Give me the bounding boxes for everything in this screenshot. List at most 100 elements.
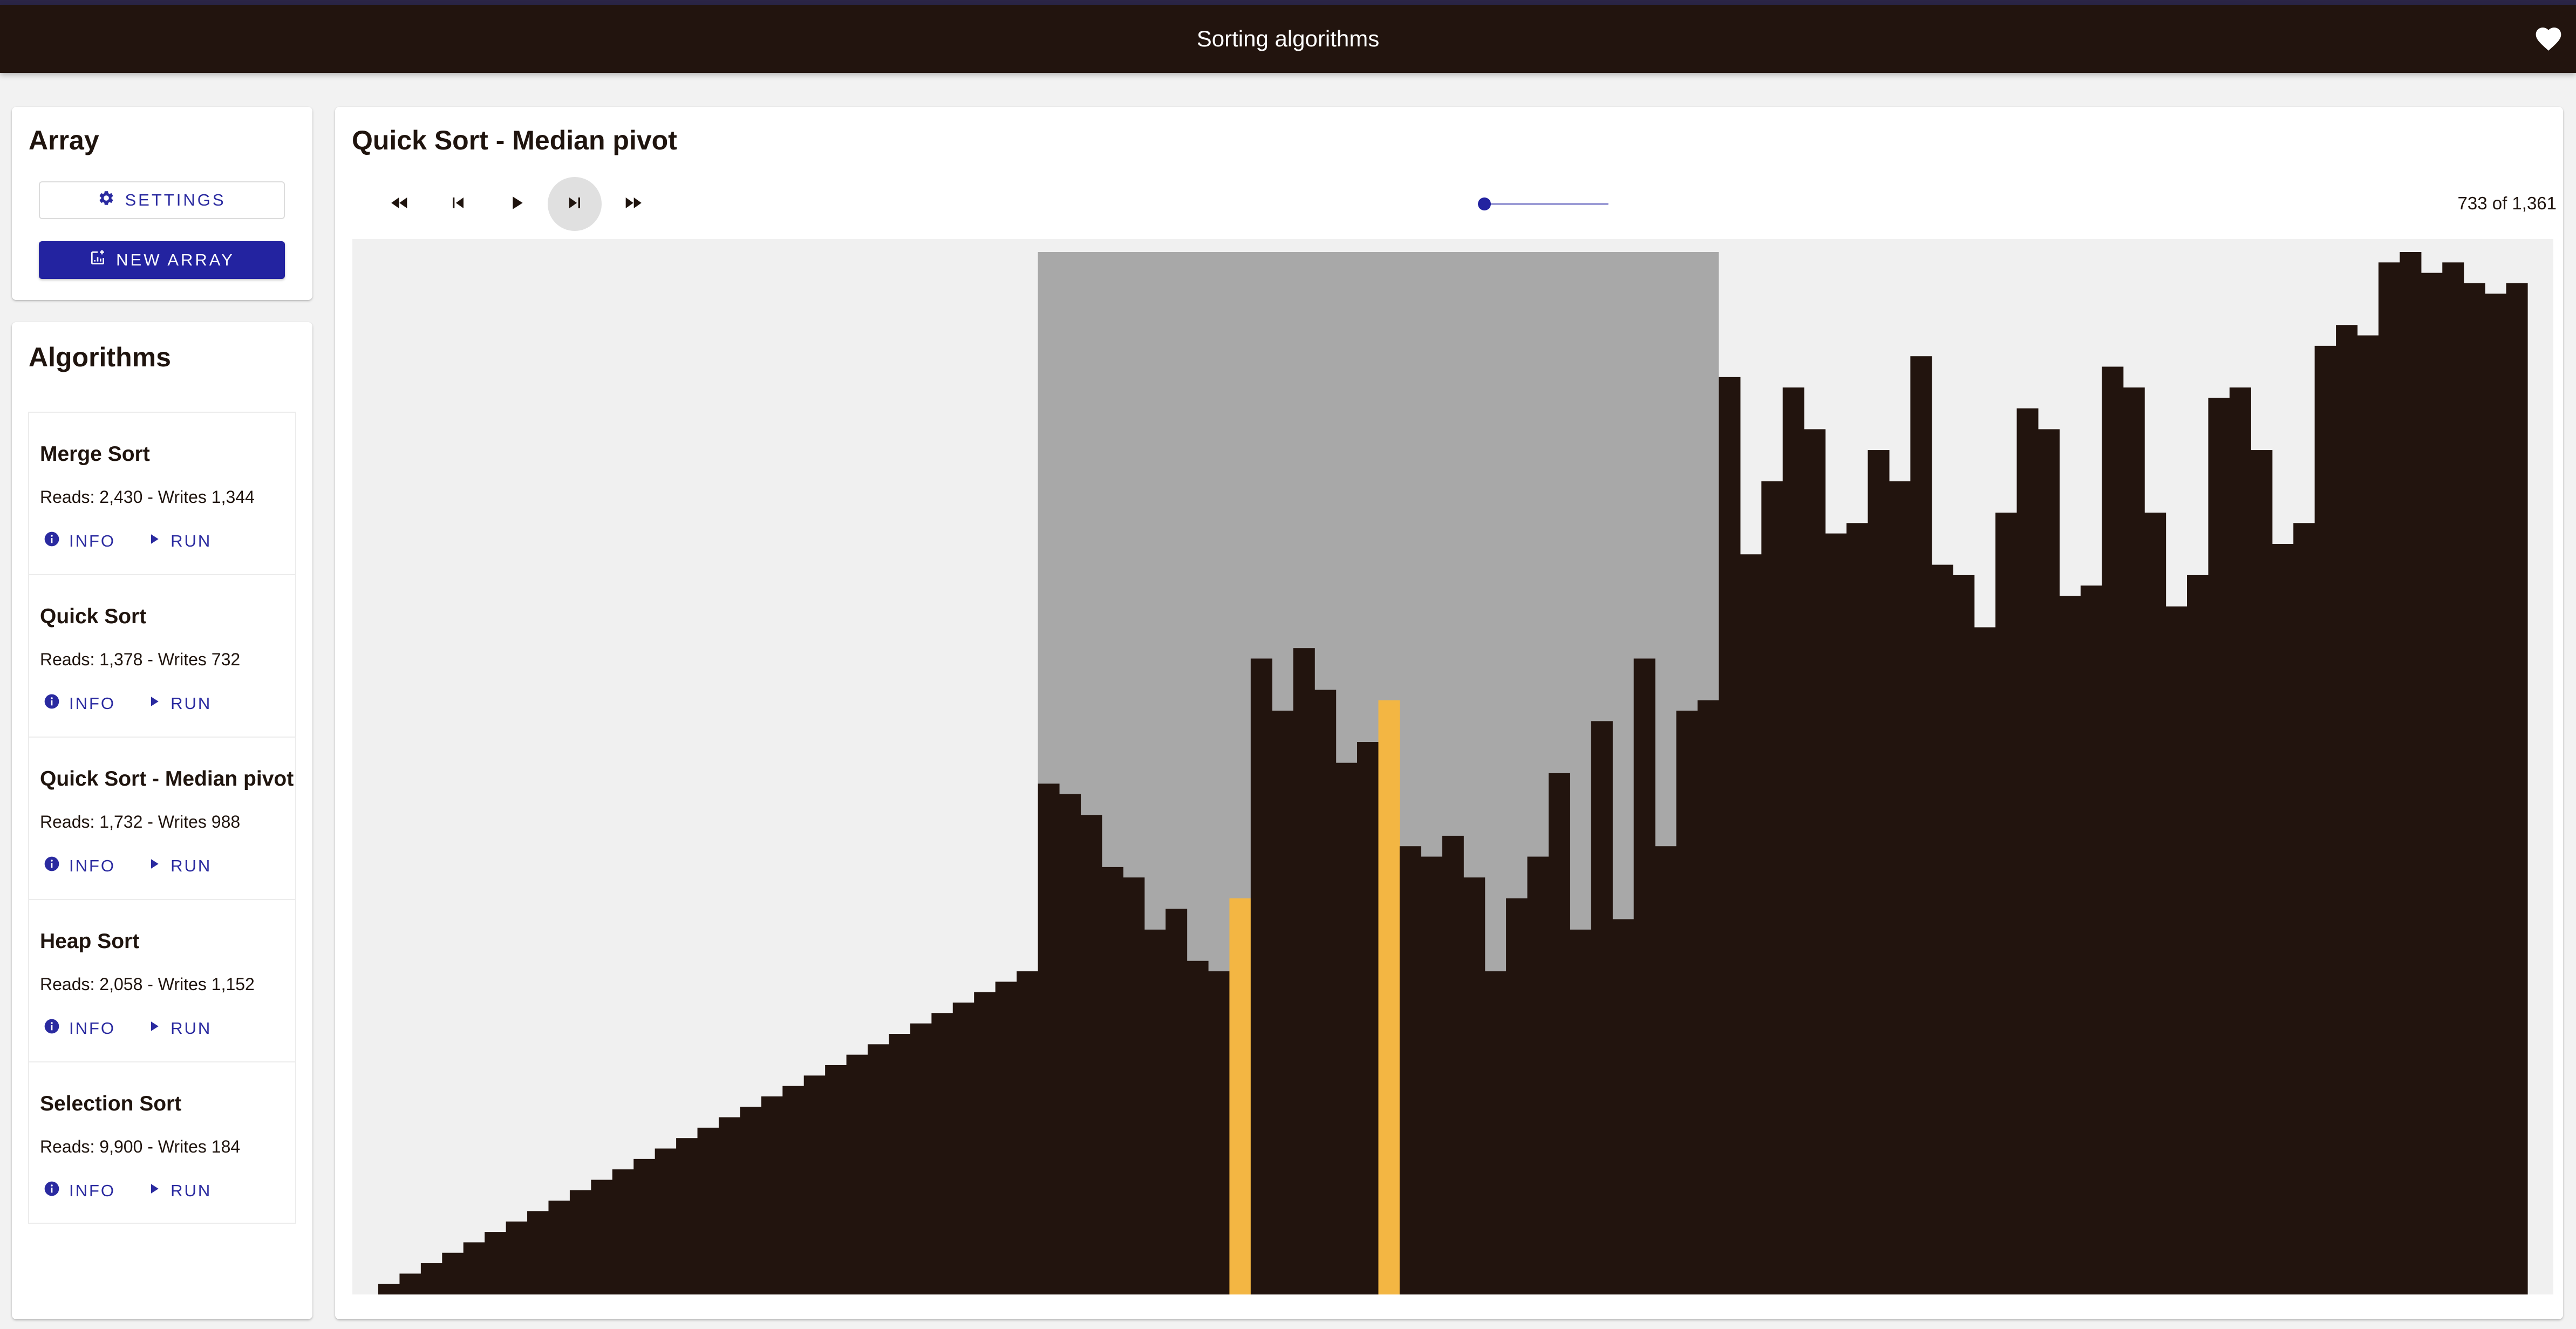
array-bar bbox=[2016, 408, 2039, 1294]
array-bar bbox=[1017, 971, 1039, 1294]
array-bar bbox=[1676, 711, 1698, 1294]
array-bar bbox=[910, 1023, 932, 1294]
info-label: INFO bbox=[69, 856, 116, 875]
play-icon bbox=[146, 1018, 162, 1039]
run-button[interactable]: RUN bbox=[142, 1178, 215, 1204]
array-bar bbox=[1527, 856, 1549, 1294]
run-label: RUN bbox=[171, 1181, 212, 1200]
array-bar bbox=[2059, 596, 2081, 1294]
algorithm-stats: Reads: 2,058 - Writes 1,152 bbox=[40, 974, 255, 994]
run-button[interactable]: RUN bbox=[142, 1016, 215, 1041]
array-bar bbox=[1612, 919, 1634, 1294]
run-button[interactable]: RUN bbox=[142, 691, 215, 717]
array-bar bbox=[2165, 606, 2187, 1294]
settings-label: SETTINGS bbox=[125, 190, 226, 209]
array-bar bbox=[2144, 513, 2166, 1294]
algorithm-stats: Reads: 1,732 - Writes 988 bbox=[40, 812, 241, 832]
run-label: RUN bbox=[171, 1019, 212, 1038]
array-bar bbox=[1506, 898, 1528, 1294]
array-bar bbox=[1591, 721, 1613, 1294]
slider-rail bbox=[1484, 203, 1609, 205]
array-bar bbox=[1740, 554, 1762, 1294]
array-bar bbox=[2463, 283, 2485, 1295]
array-bar bbox=[1101, 867, 1123, 1294]
heart-icon[interactable] bbox=[2533, 24, 2564, 54]
playback-controls bbox=[373, 177, 660, 231]
array-bar bbox=[1719, 377, 1741, 1294]
array-bar bbox=[1825, 533, 1847, 1294]
algorithm-stats: Reads: 9,900 - Writes 184 bbox=[40, 1137, 241, 1156]
skip-next-button[interactable] bbox=[548, 177, 602, 231]
array-bar bbox=[782, 1086, 805, 1294]
array-bar bbox=[1868, 450, 1890, 1294]
algorithm-item-quick-sort: Quick Sort Reads: 1,378 - Writes 732 INF… bbox=[28, 574, 296, 737]
algorithm-name: Selection Sort bbox=[40, 1092, 182, 1115]
run-button[interactable]: RUN bbox=[142, 528, 215, 554]
info-label: INFO bbox=[69, 531, 116, 550]
array-panel: Array SETTINGS NEW ARRAY bbox=[12, 107, 312, 300]
new-array-button[interactable]: NEW ARRAY bbox=[39, 241, 285, 279]
fast-forward-button[interactable] bbox=[606, 177, 660, 231]
array-bar bbox=[1187, 960, 1209, 1294]
array-bar bbox=[1293, 648, 1315, 1294]
fast-rewind-button[interactable] bbox=[373, 177, 427, 231]
array-bar bbox=[2400, 252, 2422, 1294]
play-icon bbox=[146, 856, 162, 876]
visualizer-panel: Quick Sort - Median pivot 733 of 1,361 bbox=[335, 107, 2563, 1319]
algorithm-name: Quick Sort - Median pivot bbox=[40, 767, 294, 790]
array-bar bbox=[1804, 429, 1826, 1295]
skip-next-icon bbox=[564, 192, 585, 216]
array-bar bbox=[1314, 690, 1337, 1294]
algorithm-item-selection-sort: Selection Sort Reads: 9,900 - Writes 184… bbox=[28, 1061, 296, 1224]
array-bar bbox=[2102, 366, 2124, 1294]
array-bar bbox=[485, 1232, 507, 1294]
info-button[interactable]: INFO bbox=[40, 1178, 119, 1204]
array-bar bbox=[1931, 564, 1953, 1294]
array-bar bbox=[569, 1190, 591, 1294]
array-bar bbox=[1080, 815, 1102, 1294]
array-bar bbox=[2272, 543, 2294, 1295]
info-button[interactable]: INFO bbox=[40, 691, 119, 717]
run-button[interactable]: RUN bbox=[142, 853, 215, 879]
info-label: INFO bbox=[69, 694, 116, 713]
array-bar bbox=[612, 1169, 634, 1294]
array-bar bbox=[2080, 585, 2102, 1294]
array-bar bbox=[718, 1117, 741, 1294]
array-bar bbox=[1123, 877, 1145, 1294]
array-bar bbox=[889, 1034, 911, 1294]
array-bar bbox=[2442, 262, 2464, 1294]
play-icon bbox=[506, 192, 527, 216]
array-bar bbox=[633, 1158, 656, 1294]
array-bar bbox=[697, 1127, 719, 1294]
array-bar bbox=[995, 982, 1017, 1294]
array-bar bbox=[761, 1096, 783, 1294]
info-button[interactable]: INFO bbox=[40, 1016, 119, 1041]
info-button[interactable]: INFO bbox=[40, 528, 119, 554]
speed-slider[interactable] bbox=[1478, 196, 1609, 212]
algorithms-panel-title: Algorithms bbox=[29, 342, 171, 372]
array-bar bbox=[1272, 711, 1294, 1294]
array-bar bbox=[1655, 846, 1677, 1294]
array-bar bbox=[1357, 742, 1379, 1294]
array-bar bbox=[591, 1180, 613, 1294]
skip-previous-button[interactable] bbox=[431, 177, 485, 231]
array-bar bbox=[1484, 971, 1507, 1294]
array-bar bbox=[1463, 877, 1485, 1294]
settings-button[interactable]: SETTINGS bbox=[39, 181, 285, 219]
new-array-label: NEW ARRAY bbox=[116, 250, 235, 269]
array-bar bbox=[2357, 335, 2379, 1294]
play-button[interactable] bbox=[489, 177, 543, 231]
array-bar bbox=[1910, 356, 1932, 1295]
play-icon bbox=[146, 1181, 162, 1201]
info-button[interactable]: INFO bbox=[40, 853, 119, 879]
algorithm-stats: Reads: 2,430 - Writes 1,344 bbox=[40, 487, 255, 507]
slider-thumb[interactable] bbox=[1478, 197, 1491, 210]
array-bar bbox=[2208, 398, 2230, 1294]
visualizer-title: Quick Sort - Median pivot bbox=[352, 125, 677, 155]
play-icon bbox=[146, 693, 162, 714]
array-bar bbox=[1144, 929, 1166, 1294]
algorithm-name: Heap Sort bbox=[40, 930, 140, 953]
app-bar: Sorting algorithms bbox=[0, 5, 2576, 73]
array-bar bbox=[655, 1148, 677, 1294]
algorithm-item-quick-sort-median-pivot: Quick Sort - Median pivot Reads: 1,732 -… bbox=[28, 737, 296, 899]
